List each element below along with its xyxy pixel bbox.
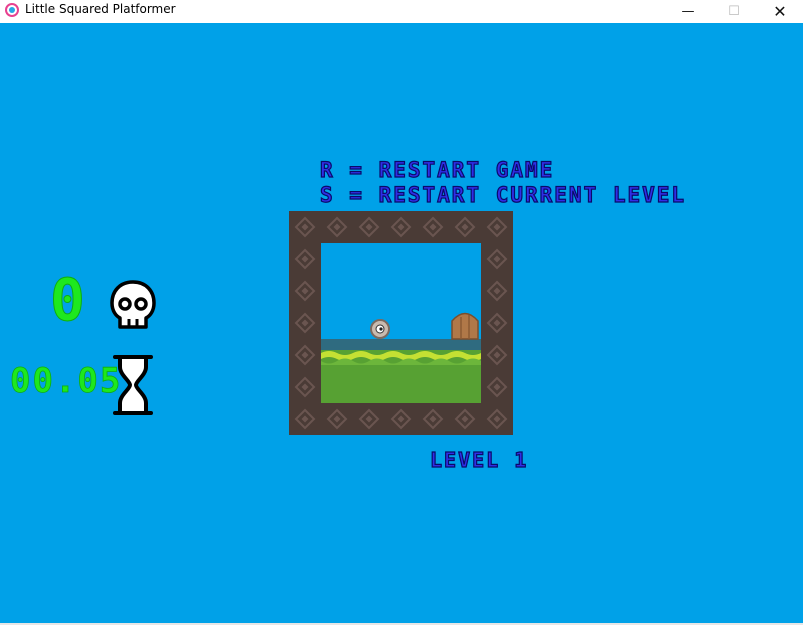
ledge [321, 339, 481, 350]
minimize-button[interactable]: — [665, 0, 711, 22]
window-titlebar: Little Squared Platformer — ☐ ✕ [0, 0, 803, 22]
timer-display: 00.05 [10, 361, 123, 402]
hourglass-icon [113, 355, 153, 415]
restart-game-hint: R = RESTART GAME [319, 157, 555, 182]
game-canvas[interactable]: R = RESTART GAME S = RESTART CURRENT LEV… [0, 23, 803, 623]
exit-door [451, 312, 479, 340]
level-board [289, 211, 513, 435]
window-title: Little Squared Platformer [25, 2, 176, 16]
death-counter: 0 [50, 266, 86, 334]
skull-icon [110, 280, 156, 329]
level-label: LEVEL 1 [429, 447, 529, 472]
restart-level-hint: S = RESTART CURRENT LEVEL [319, 182, 687, 207]
player [370, 319, 390, 339]
app-icon [5, 3, 19, 17]
close-button[interactable]: ✕ [757, 0, 803, 22]
maximize-button[interactable]: ☐ [711, 0, 757, 22]
